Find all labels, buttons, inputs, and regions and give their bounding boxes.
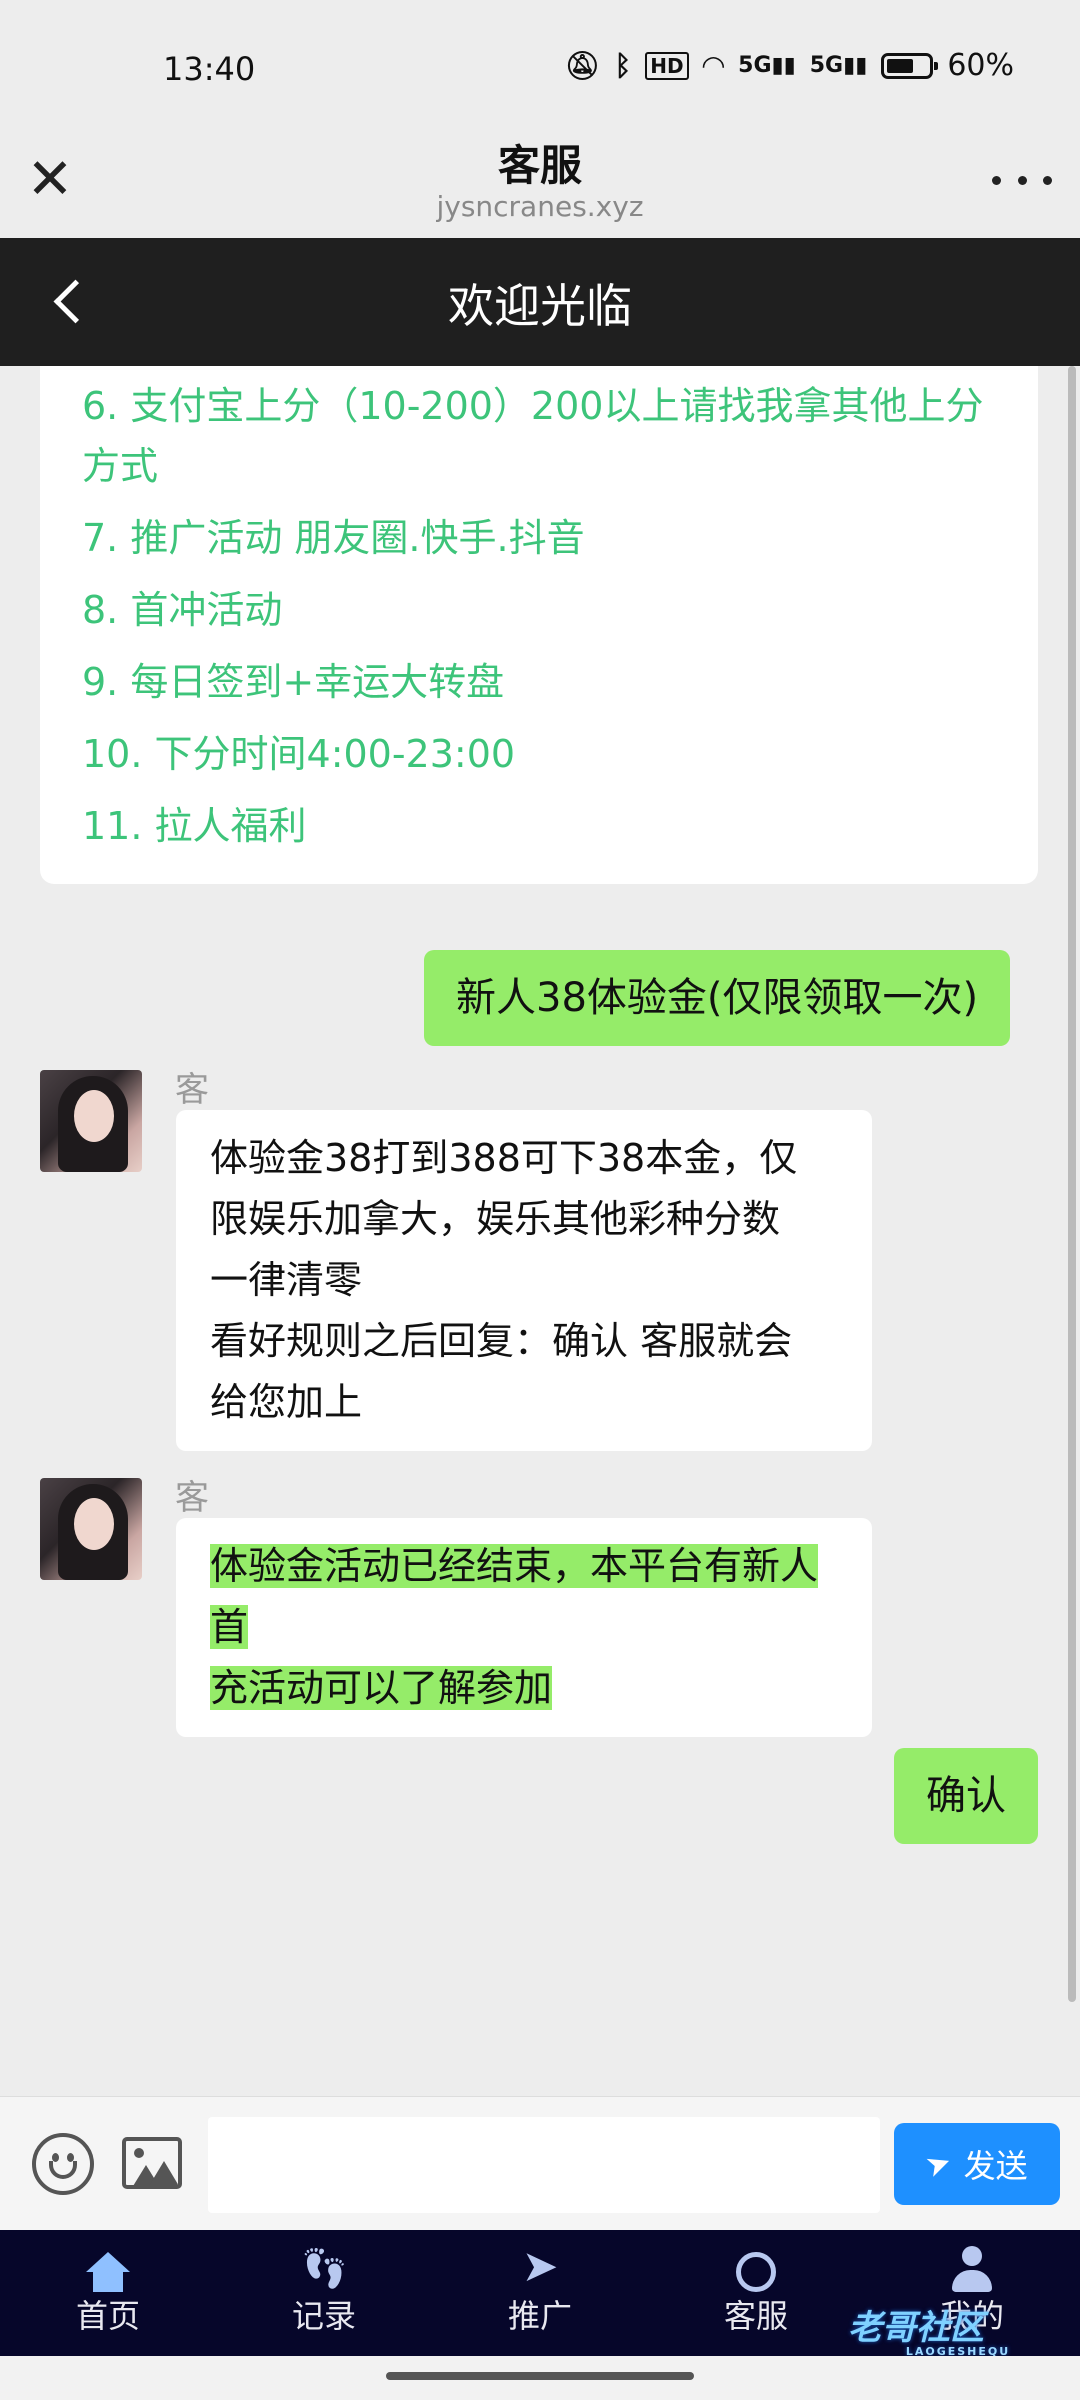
message-line: 体验金活动已经结束，本平台有新人首	[210, 1544, 819, 1649]
page-header: 欢迎光临	[0, 238, 1080, 366]
message-line: 限娱乐加拿大，娱乐其他彩种分数	[210, 1197, 781, 1241]
bluetooth-icon: ᛒ	[614, 49, 632, 82]
battery-percent: 60%	[947, 48, 1014, 83]
nav-item-support[interactable]: 客服	[648, 2230, 864, 2356]
message-line: 一律清零	[210, 1258, 363, 1302]
nav-item-records[interactable]: 👣︎ 记录	[216, 2230, 432, 2356]
message-line: 看好规则之后回复：确认 客服就会	[210, 1319, 793, 1363]
avatar	[40, 1070, 142, 1172]
menu-item[interactable]: 6. 支付宝上分（10-200）200以上请找我拿其他上分方式	[82, 376, 996, 496]
nav-label: 首页	[75, 2297, 140, 2335]
paper-plane-icon: ➤	[521, 2241, 559, 2292]
status-icons: 🔕︎ ᛒ HD ◠ 5G▮▮ 5G▮▮ 60%	[565, 48, 1014, 83]
input-bar: ➤ 发送	[0, 2096, 1080, 2230]
more-icon[interactable]	[992, 160, 1052, 200]
page-title: 欢迎光临	[448, 279, 632, 333]
nav-item-home[interactable]: 首页	[0, 2230, 216, 2356]
send-button[interactable]: ➤ 发送	[894, 2123, 1060, 2205]
status-time: 13:40	[163, 50, 256, 88]
user-icon	[952, 2246, 992, 2292]
menu-item[interactable]: 11. 拉人福利	[82, 796, 996, 856]
menu-item[interactable]: 9. 每日签到+幸运大转盘	[82, 652, 996, 712]
avatar	[40, 1478, 142, 1580]
send-label: 发送	[963, 2147, 1028, 2185]
watermark-logo: 老哥社区 LAOGESHEQU	[848, 2308, 1011, 2358]
image-icon[interactable]	[122, 2137, 182, 2189]
agent-message-bubble: 体验金38打到388可下38本金，仅 限娱乐加拿大，娱乐其他彩种分数 一律清零 …	[176, 1110, 872, 1451]
user-message-bubble: 确认	[894, 1748, 1038, 1844]
wifi-icon: ◠	[702, 49, 725, 82]
send-icon: ➤	[921, 2143, 957, 2185]
message-line: 给您加上	[210, 1380, 363, 1424]
headset-icon	[736, 2252, 776, 2292]
menu-item[interactable]: 10. 下分时间4:00-23:00	[82, 724, 996, 784]
nav-label: 推广	[507, 2297, 572, 2335]
menu-item[interactable]: 7. 推广活动 朋友圈.快手.抖音	[82, 508, 996, 568]
webview-title: 客服	[497, 141, 582, 190]
nav-label: 记录	[291, 2297, 356, 2335]
bell-off-icon: 🔕︎	[564, 49, 601, 82]
5g-signal-icon: 5G▮▮	[738, 53, 796, 78]
menu-card: 6. 支付宝上分（10-200）200以上请找我拿其他上分方式 7. 推广活动 …	[40, 366, 1038, 884]
status-bar: 13:40 🔕︎ ᛒ HD ◠ 5G▮▮ 5G▮▮ 60%	[0, 0, 1080, 140]
webview-titlebar: ✕ 客服 jysncranes.xyz	[0, 120, 1080, 238]
footprint-icon: 👣︎	[298, 2246, 350, 2292]
home-indicator[interactable]	[386, 2372, 694, 2380]
battery-icon	[881, 52, 939, 79]
nav-label: 客服	[723, 2297, 788, 2335]
home-icon	[86, 2252, 130, 2292]
hd-icon: HD	[645, 51, 689, 80]
message-line: 充活动可以了解参加	[210, 1666, 553, 1710]
5g-signal-icon: 5G▮▮	[809, 53, 868, 78]
chat-area[interactable]: 6. 支付宝上分（10-200）200以上请找我拿其他上分方式 7. 推广活动 …	[0, 366, 1080, 2096]
emoji-icon[interactable]	[32, 2133, 94, 2195]
message-input[interactable]	[208, 2117, 880, 2213]
nav-item-promote[interactable]: ➤ 推广	[432, 2230, 648, 2356]
scrollbar[interactable]	[1068, 366, 1076, 2002]
webview-url: jysncranes.xyz	[436, 190, 644, 223]
menu-item[interactable]: 8. 首冲活动	[82, 580, 996, 640]
message-line: 体验金38打到388可下38本金，仅	[210, 1136, 798, 1180]
user-message-bubble: 新人38体验金(仅限领取一次)	[424, 950, 1011, 1046]
agent-message-bubble: 体验金活动已经结束，本平台有新人首 充活动可以了解参加	[176, 1518, 872, 1737]
